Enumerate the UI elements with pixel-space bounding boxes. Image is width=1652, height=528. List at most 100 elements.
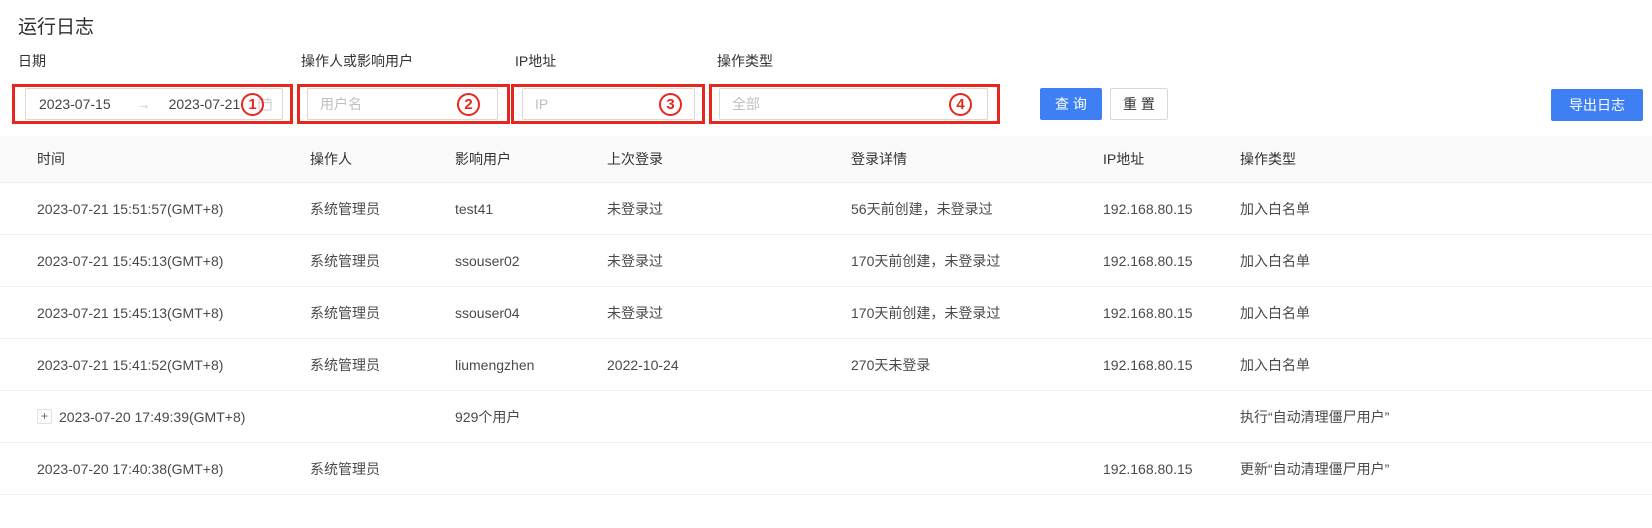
cell-text: 192.168.80.15 bbox=[1103, 357, 1193, 373]
export-log-button[interactable]: 导出日志 bbox=[1551, 89, 1643, 121]
cell-text: 加入白名单 bbox=[1240, 251, 1310, 271]
cell-text: 未登录过 bbox=[607, 199, 663, 219]
cell-operation_type: 加入白名单 bbox=[1240, 251, 1652, 271]
cell-text: 2023-07-21 15:45:13(GMT+8) bbox=[37, 253, 223, 269]
cell-login_details: 170天前创建，未登录过 bbox=[851, 303, 1103, 323]
cell-text: 192.168.80.15 bbox=[1103, 253, 1193, 269]
cell-operation_type: 加入白名单 bbox=[1240, 303, 1652, 323]
cell-last_login: 2022-10-24 bbox=[607, 357, 851, 373]
cell-operator: 系统管理员 bbox=[310, 199, 455, 219]
column-header: 时间 bbox=[37, 149, 310, 169]
date-start-value[interactable]: 2023-07-15 bbox=[39, 96, 111, 112]
cell-time: +2023-07-20 17:49:39(GMT+8) bbox=[37, 409, 310, 425]
table-row: 2023-07-21 15:41:52(GMT+8) 系统管理员 liumengzh… bbox=[0, 339, 1652, 391]
cell-text: 执行“自动清理僵尸用户” bbox=[1240, 407, 1389, 427]
cell-text: 2023-07-21 15:51:57(GMT+8) bbox=[37, 201, 223, 217]
cell-login_details: 270天未登录 bbox=[851, 355, 1103, 375]
cell-text: 56天前创建，未登录过 bbox=[851, 199, 993, 219]
column-header: IP地址 bbox=[1103, 149, 1240, 169]
cell-ip: 192.168.80.15 bbox=[1103, 253, 1240, 269]
cell-last_login: 未登录过 bbox=[607, 251, 851, 271]
cell-text: liumengzhen bbox=[455, 357, 534, 373]
cell-login_details: 170天前创建，未登录过 bbox=[851, 251, 1103, 271]
cell-text: 270天未登录 bbox=[851, 355, 930, 375]
cell-text: 系统管理员 bbox=[310, 459, 380, 479]
cell-text: 加入白名单 bbox=[1240, 199, 1310, 219]
cell-text: 2023-07-21 15:41:52(GMT+8) bbox=[37, 357, 223, 373]
cell-text: 更新“自动清理僵尸用户” bbox=[1240, 459, 1389, 479]
operation-type-value: 全部 bbox=[732, 94, 760, 114]
cell-time: 2023-07-21 15:51:57(GMT+8) bbox=[37, 201, 310, 217]
ip-search-input[interactable] bbox=[522, 88, 695, 120]
cell-operator: 系统管理员 bbox=[310, 303, 455, 323]
cell-operation_type: 加入白名单 bbox=[1240, 355, 1652, 375]
range-arrow-icon: → bbox=[137, 96, 151, 112]
cell-time: 2023-07-21 15:45:13(GMT+8) bbox=[37, 253, 310, 269]
cell-text: 192.168.80.15 bbox=[1103, 305, 1193, 321]
log-table: 时间操作人影响用户上次登录登录详情IP地址操作类型 2023-07-21 15:… bbox=[0, 136, 1652, 495]
cell-affected_user: ssouser04 bbox=[455, 305, 607, 321]
column-header: 操作类型 bbox=[1240, 149, 1652, 169]
calendar-icon bbox=[258, 97, 272, 111]
date-range-picker[interactable]: 2023-07-15 → 2023-07-21 bbox=[25, 88, 283, 120]
column-header: 操作人 bbox=[310, 149, 455, 169]
cell-text: 170天前创建，未登录过 bbox=[851, 303, 1000, 323]
cell-text: 2023-07-20 17:40:38(GMT+8) bbox=[37, 461, 223, 477]
date-filter-label: 日期 bbox=[18, 51, 46, 71]
expand-row-button[interactable]: + bbox=[37, 409, 52, 424]
cell-ip: 192.168.80.15 bbox=[1103, 201, 1240, 217]
cell-time: 2023-07-21 15:45:13(GMT+8) bbox=[37, 305, 310, 321]
cell-operation_type: 执行“自动清理僵尸用户” bbox=[1240, 407, 1652, 427]
operation-type-select[interactable]: 全部 bbox=[719, 88, 988, 120]
page-title: 运行日志 bbox=[18, 12, 94, 39]
cell-login_details: 56天前创建，未登录过 bbox=[851, 199, 1103, 219]
date-end-value[interactable]: 2023-07-21 bbox=[169, 96, 241, 112]
cell-operator: 系统管理员 bbox=[310, 459, 455, 479]
cell-text: 系统管理员 bbox=[310, 355, 380, 375]
cell-text: 加入白名单 bbox=[1240, 355, 1310, 375]
cell-ip: 192.168.80.15 bbox=[1103, 305, 1240, 321]
cell-text: 2022-10-24 bbox=[607, 357, 679, 373]
cell-text: 加入白名单 bbox=[1240, 303, 1310, 323]
table-row: +2023-07-20 17:49:39(GMT+8) 929个用户 执行“自动清理… bbox=[0, 391, 1652, 443]
type-filter-label: 操作类型 bbox=[717, 51, 773, 71]
table-row: 2023-07-20 17:40:38(GMT+8) 系统管理员 192.168.8… bbox=[0, 443, 1652, 495]
cell-operator: 系统管理员 bbox=[310, 355, 455, 375]
ip-filter-label: IP地址 bbox=[515, 51, 556, 71]
column-header: 上次登录 bbox=[607, 149, 851, 169]
cell-text: 系统管理员 bbox=[310, 251, 380, 271]
cell-last_login: 未登录过 bbox=[607, 199, 851, 219]
cell-time: 2023-07-20 17:40:38(GMT+8) bbox=[37, 461, 310, 477]
cell-text: ssouser04 bbox=[455, 305, 520, 321]
cell-text: 170天前创建，未登录过 bbox=[851, 251, 1000, 271]
cell-text: ssouser02 bbox=[455, 253, 520, 269]
cell-text: 929个用户 bbox=[455, 407, 520, 427]
cell-ip: 192.168.80.15 bbox=[1103, 461, 1240, 477]
cell-text: 未登录过 bbox=[607, 303, 663, 323]
reset-button[interactable]: 重 置 bbox=[1110, 88, 1168, 120]
search-button[interactable]: 查 询 bbox=[1040, 88, 1102, 120]
cell-text: 192.168.80.15 bbox=[1103, 461, 1193, 477]
cell-affected_user: liumengzhen bbox=[455, 357, 607, 373]
cell-ip: 192.168.80.15 bbox=[1103, 357, 1240, 373]
cell-text: 未登录过 bbox=[607, 251, 663, 271]
cell-operation_type: 加入白名单 bbox=[1240, 199, 1652, 219]
cell-operator: 系统管理员 bbox=[310, 251, 455, 271]
table-body: 2023-07-21 15:51:57(GMT+8)系统管理员test41未登录… bbox=[0, 183, 1652, 495]
table-header-row: 时间操作人影响用户上次登录登录详情IP地址操作类型 bbox=[0, 136, 1652, 183]
cell-text: 192.168.80.15 bbox=[1103, 201, 1193, 217]
cell-affected_user: ssouser02 bbox=[455, 253, 607, 269]
cell-text: 系统管理员 bbox=[310, 303, 380, 323]
user-search-input[interactable] bbox=[307, 88, 498, 120]
cell-text: test41 bbox=[455, 201, 493, 217]
column-header: 影响用户 bbox=[455, 149, 607, 169]
cell-text: 2023-07-21 15:45:13(GMT+8) bbox=[37, 305, 223, 321]
operation-log-page: 运行日志 日期 操作人或影响用户 IP地址 操作类型 2023-07-15 → … bbox=[0, 0, 1652, 528]
table-row: 2023-07-21 15:45:13(GMT+8) 系统管理员 ssouser02… bbox=[0, 235, 1652, 287]
cell-time: 2023-07-21 15:41:52(GMT+8) bbox=[37, 357, 310, 373]
cell-last_login: 未登录过 bbox=[607, 303, 851, 323]
user-filter-label: 操作人或影响用户 bbox=[301, 51, 413, 71]
cell-affected_user: 929个用户 bbox=[455, 407, 607, 427]
cell-affected_user: test41 bbox=[455, 201, 607, 217]
column-header: 登录详情 bbox=[851, 149, 1103, 169]
